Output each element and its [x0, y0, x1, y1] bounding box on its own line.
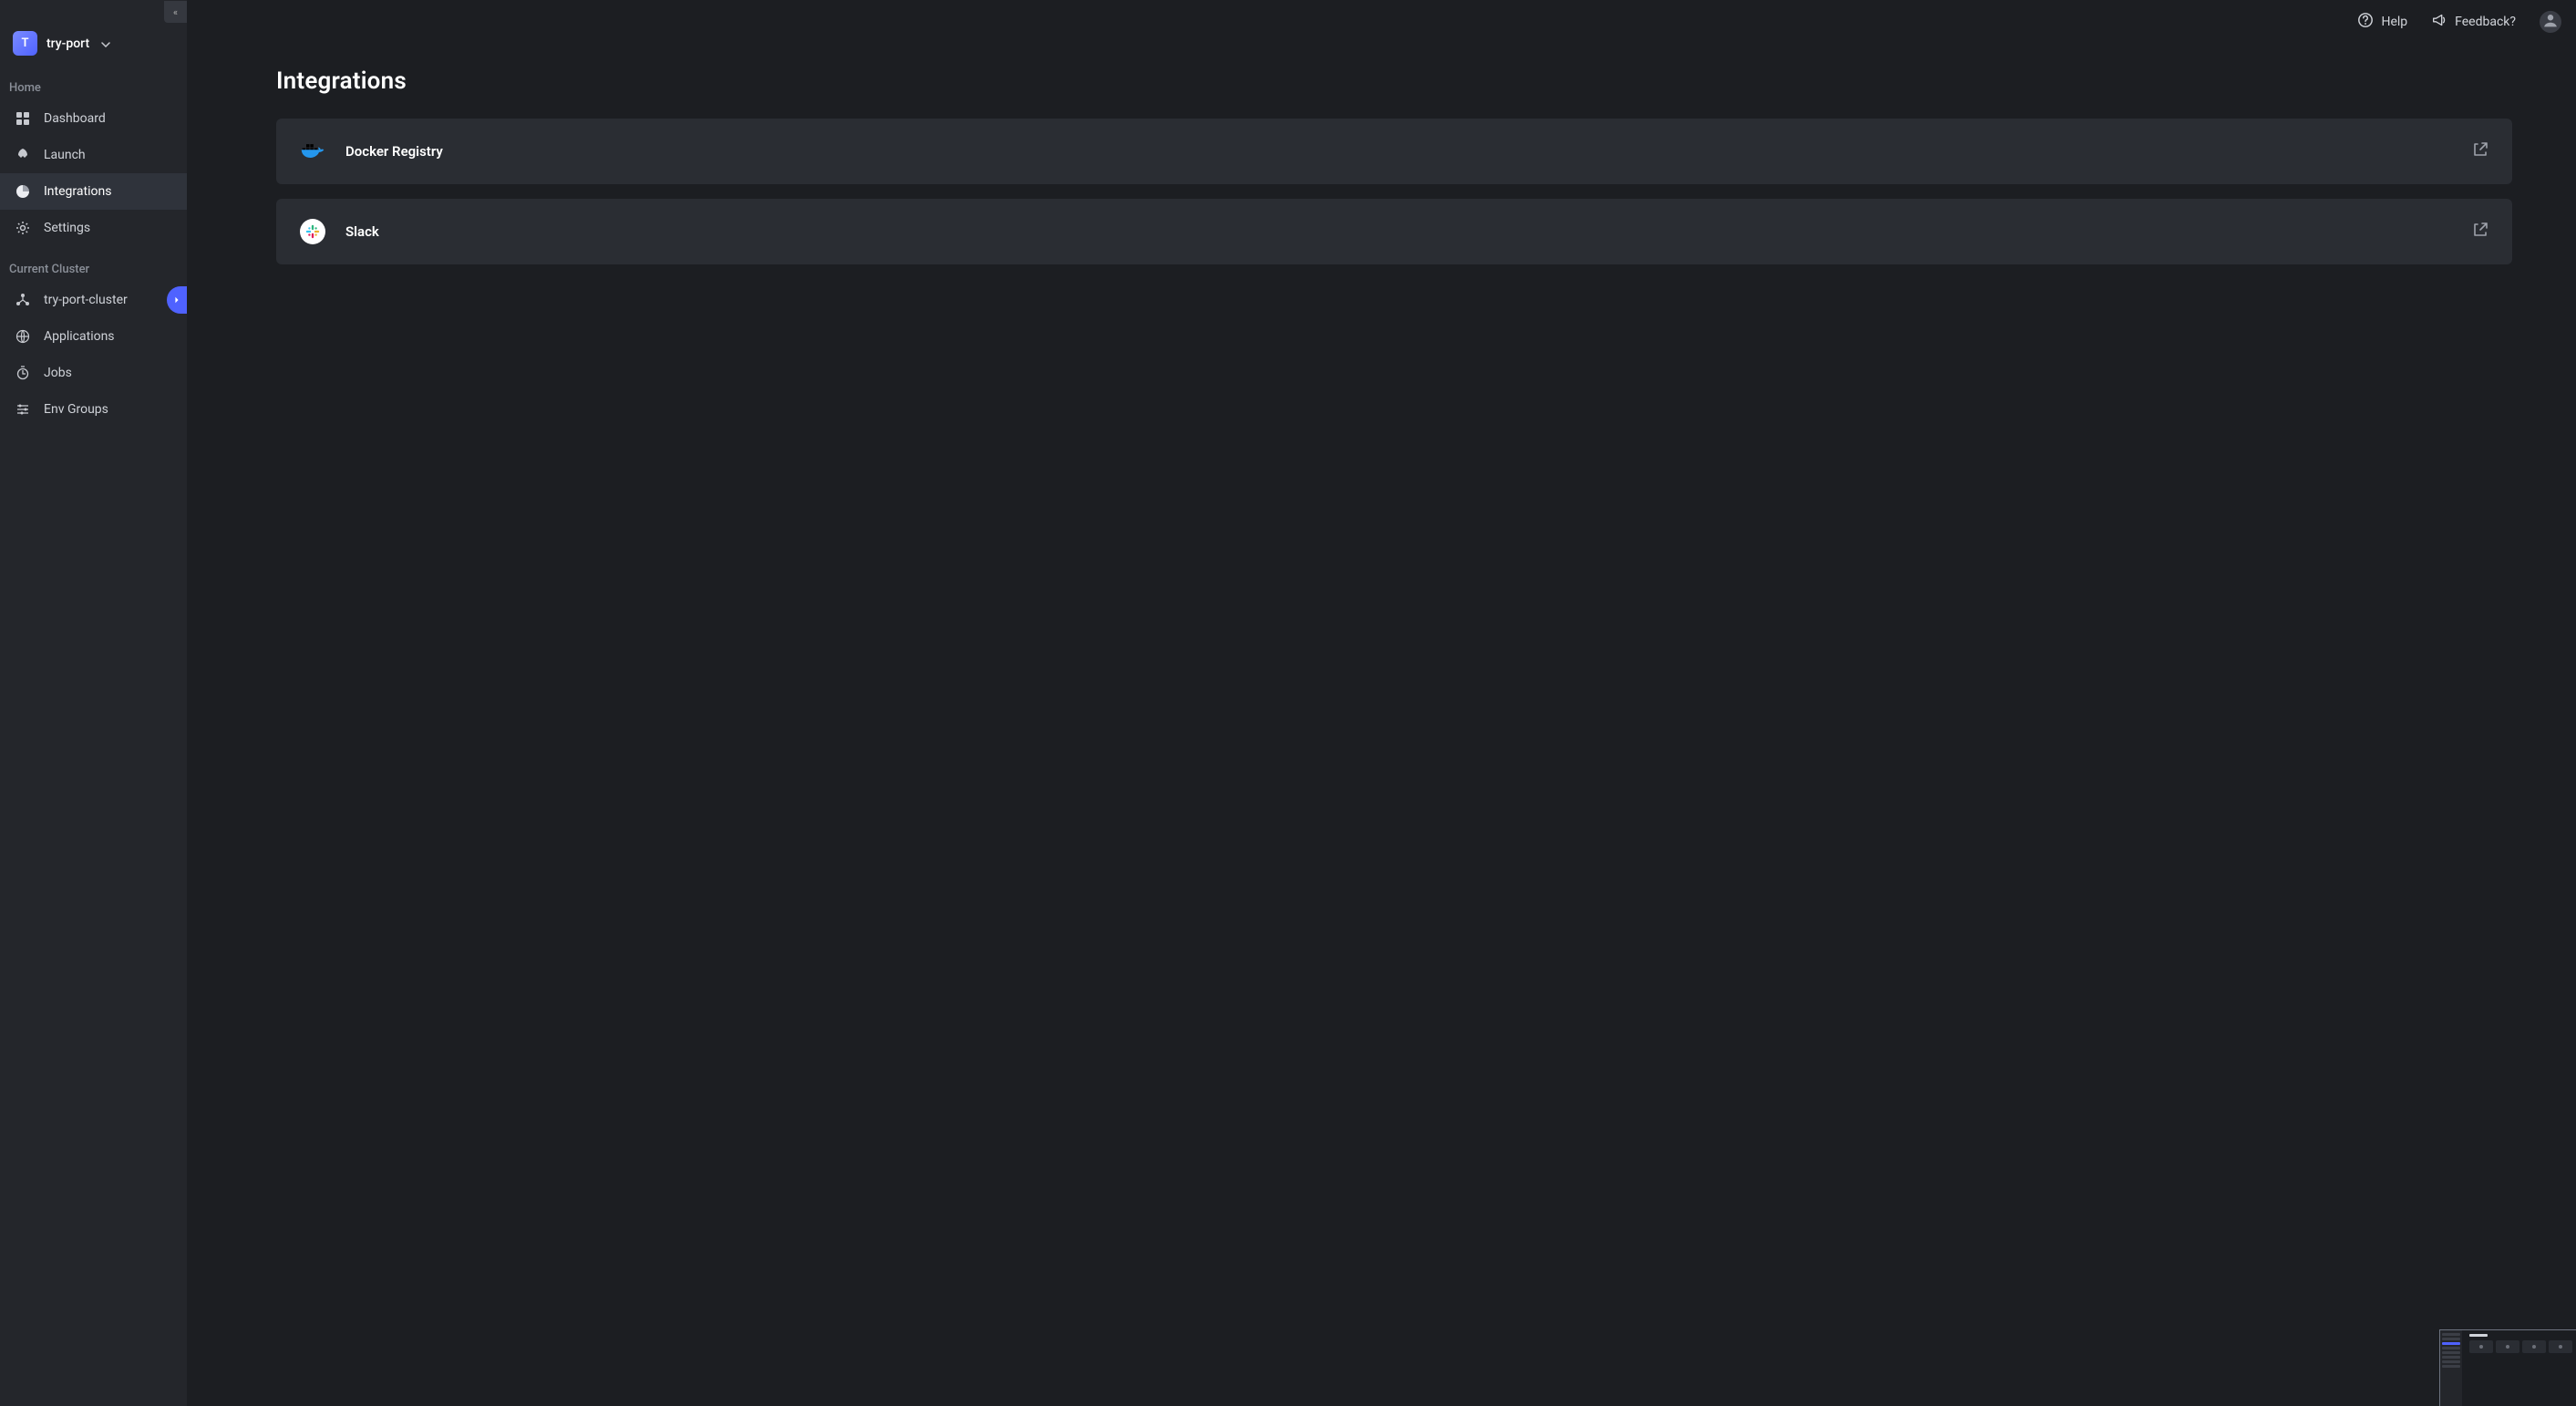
gear-icon — [15, 221, 31, 235]
slack-icon — [300, 219, 325, 244]
integration-row-docker[interactable]: Docker Registry — [276, 119, 2512, 184]
integration-name: Docker Registry — [345, 143, 443, 160]
sidebar-item-dashboard[interactable]: Dashboard — [0, 100, 187, 137]
sidebar-item-label: Settings — [44, 221, 90, 235]
app-root: « T try-port Home Dashboard Launch — [0, 0, 2576, 1406]
page-title: Integrations — [276, 67, 2512, 95]
docker-icon — [300, 139, 325, 164]
pip-sidebar — [2440, 1330, 2462, 1406]
sidebar-item-label: Jobs — [44, 366, 72, 380]
sidebar-item-label: Dashboard — [44, 111, 106, 126]
integration-row-slack[interactable]: Slack — [276, 199, 2512, 264]
feedback-label: Feedback? — [2455, 15, 2516, 29]
user-icon — [2540, 10, 2561, 34]
sidebar: « T try-port Home Dashboard Launch — [0, 0, 187, 1406]
help-label: Help — [2381, 15, 2407, 29]
open-external-icon — [2472, 141, 2488, 161]
chevron-down-icon — [101, 36, 110, 51]
pip-main — [2462, 1330, 2576, 1406]
pip-thumbnail[interactable] — [2439, 1329, 2576, 1406]
help-icon — [2357, 12, 2374, 32]
cluster-icon — [15, 293, 31, 307]
sidebar-item-label: try-port-cluster — [44, 293, 128, 307]
user-menu-button[interactable] — [2540, 11, 2561, 33]
dashboard-icon — [15, 111, 31, 126]
project-name: try-port — [46, 36, 89, 51]
integration-name: Slack — [345, 223, 379, 240]
sidebar-item-cluster[interactable]: try-port-cluster — [0, 282, 187, 318]
nav-section-home-label: Home — [0, 65, 187, 100]
project-avatar: T — [13, 31, 37, 56]
rocket-icon — [15, 148, 31, 162]
chevron-double-left-icon: « — [173, 6, 178, 18]
sidebar-item-label: Applications — [44, 329, 115, 344]
stopwatch-icon — [15, 366, 31, 380]
globe-icon — [15, 329, 31, 344]
content-area: Integrations Docker — [187, 44, 2576, 1406]
help-link[interactable]: Help — [2357, 12, 2407, 32]
feedback-link[interactable]: Feedback? — [2431, 12, 2516, 32]
sidebar-item-label: Env Groups — [44, 402, 108, 417]
project-switcher[interactable]: T try-port — [0, 18, 187, 65]
sidebar-item-settings[interactable]: Settings — [0, 210, 187, 246]
sidebar-item-applications[interactable]: Applications — [0, 318, 187, 355]
sidebar-item-integrations[interactable]: Integrations — [0, 173, 187, 210]
integration-left: Slack — [300, 219, 379, 244]
pie-icon — [15, 184, 31, 199]
main-column: Help Feedback? Integrations — [187, 0, 2576, 1406]
integration-left: Docker Registry — [300, 139, 443, 164]
sidebar-item-label: Launch — [44, 148, 86, 162]
topbar: Help Feedback? — [187, 0, 2576, 44]
megaphone-icon — [2431, 12, 2447, 32]
sidebar-item-jobs[interactable]: Jobs — [0, 355, 187, 391]
sidebar-item-launch[interactable]: Launch — [0, 137, 187, 173]
sidebar-collapse-button[interactable]: « — [164, 1, 187, 23]
sidebar-item-label: Integrations — [44, 184, 111, 199]
nav-section-cluster-label: Current Cluster — [0, 246, 187, 282]
sliders-icon — [15, 402, 31, 417]
cluster-expand-button[interactable] — [167, 286, 187, 314]
sidebar-item-env-groups[interactable]: Env Groups — [0, 391, 187, 428]
open-external-icon — [2472, 222, 2488, 242]
